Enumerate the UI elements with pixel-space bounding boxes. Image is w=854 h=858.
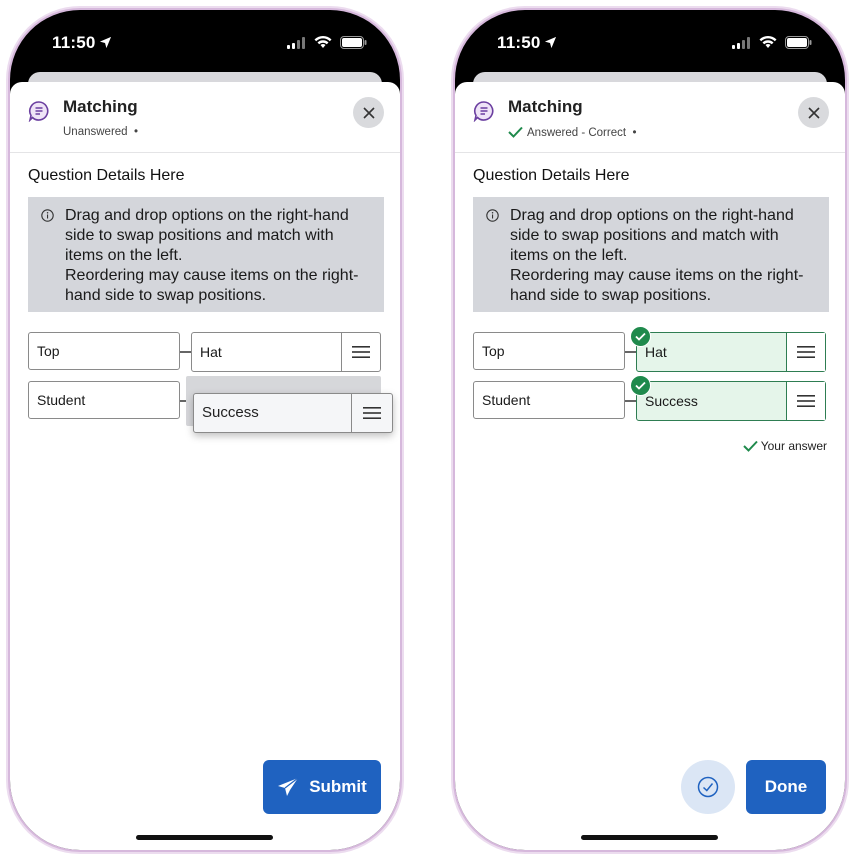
status-dot: • (133, 126, 138, 138)
connector-line (180, 351, 191, 353)
checkmark-icon (635, 332, 646, 341)
drag-handle[interactable] (351, 394, 392, 432)
close-button[interactable] (798, 97, 829, 128)
drag-handle[interactable] (786, 382, 825, 420)
dragging-item-label: Success (202, 404, 259, 421)
your-answer-label: Your answer (743, 439, 827, 453)
done-label: Done (764, 777, 808, 796)
question-header: Matching Answered - Correct • (455, 82, 845, 153)
checkmark-icon (635, 381, 646, 390)
connector-line (625, 400, 636, 402)
time-text: 11:50 (497, 33, 541, 52)
question-sheet: Matching Unanswered • Question Details H… (10, 82, 400, 850)
connector-line (625, 351, 636, 353)
drag-handle-icon (797, 346, 815, 358)
question-details: Question Details Here (473, 167, 630, 184)
wifi-icon (314, 35, 332, 48)
time-text: 11:50 (52, 33, 96, 52)
dragging-item[interactable]: Success (193, 393, 393, 433)
phone-left: 11:50 Matching Unanswered • Question Det… (10, 10, 400, 850)
question-header: Matching Unanswered • (10, 82, 400, 153)
done-button[interactable]: Done (746, 760, 826, 814)
info-line: Drag and drop options on the right-hand … (510, 207, 794, 264)
correct-badge (630, 326, 651, 347)
your-answer-text: Your answer (760, 439, 827, 453)
check-circle-button[interactable] (681, 760, 735, 814)
question-status: Answered - Correct • (508, 126, 637, 139)
question-sheet: Matching Answered - Correct • Question D… (455, 82, 845, 850)
info-icon (486, 209, 499, 222)
info-line: Drag and drop options on the right-hand … (65, 207, 349, 264)
correct-badge (630, 375, 651, 396)
battery-icon (785, 36, 812, 49)
status-dot: • (632, 127, 637, 139)
check-circle-icon (697, 776, 719, 798)
status-bar: 11:50 (455, 10, 845, 74)
checkmark-icon (743, 440, 758, 452)
wifi-icon (759, 35, 777, 48)
drag-handle-icon (363, 407, 381, 419)
right-item-hat[interactable]: Hat (191, 332, 381, 372)
question-bubble-icon (473, 101, 494, 122)
status-time: 11:50 (52, 33, 112, 53)
drag-handle-icon (352, 346, 370, 358)
location-arrow-icon (544, 36, 556, 49)
left-item-top: Top (473, 332, 625, 370)
right-item-label: Success (645, 393, 698, 409)
cellular-signal-icon (287, 37, 305, 49)
submit-label: Submit (309, 777, 367, 796)
question-title: Matching (508, 97, 583, 116)
battery-icon (340, 36, 367, 49)
info-box: Drag and drop options on the right-hand … (473, 197, 829, 312)
info-box: Drag and drop options on the right-hand … (28, 197, 384, 312)
info-line: Reordering may cause items on the right-… (65, 267, 359, 304)
question-bubble-icon (28, 101, 49, 122)
status-bar: 11:50 (10, 10, 400, 74)
close-icon (362, 106, 375, 119)
question-details: Question Details Here (28, 167, 185, 184)
question-status: Unanswered • (63, 126, 138, 138)
location-arrow-icon (99, 36, 111, 49)
left-item-student: Student (473, 381, 625, 419)
info-line: Reordering may cause items on the right-… (510, 267, 804, 304)
left-item-top: Top (28, 332, 180, 370)
close-button[interactable] (353, 97, 384, 128)
right-item-label: Hat (200, 344, 222, 360)
home-indicator[interactable] (581, 835, 718, 840)
status-time: 11:50 (497, 33, 557, 53)
send-icon (278, 777, 299, 796)
drag-handle[interactable] (786, 333, 825, 371)
right-item-success[interactable]: Success (636, 381, 826, 421)
status-text: Unanswered (63, 126, 128, 138)
phone-right: 11:50 Matching Answered - Correct • Ques… (455, 10, 845, 850)
status-text: Answered - Correct (527, 127, 627, 139)
drag-handle[interactable] (341, 333, 380, 371)
close-icon (807, 106, 820, 119)
drag-handle-icon (797, 395, 815, 407)
submit-button[interactable]: Submit (263, 760, 381, 814)
question-title: Matching (63, 97, 138, 116)
info-icon (41, 209, 54, 222)
left-item-student: Student (28, 381, 180, 419)
checkmark-icon (508, 126, 523, 138)
home-indicator[interactable] (136, 835, 273, 840)
right-item-hat[interactable]: Hat (636, 332, 826, 372)
info-text: Drag and drop options on the right-hand … (510, 206, 821, 306)
cellular-signal-icon (732, 37, 750, 49)
info-text: Drag and drop options on the right-hand … (65, 206, 376, 306)
